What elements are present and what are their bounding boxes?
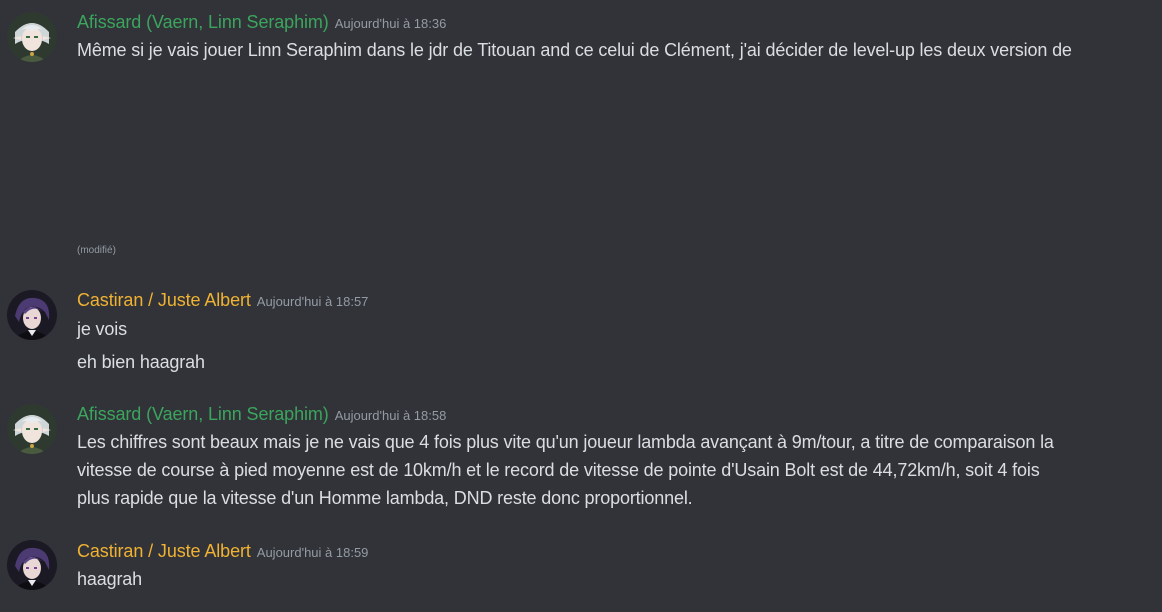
avatar-dark-character-icon [7,290,57,340]
avatar-dark-character-icon [7,540,57,590]
message-text: vitesse de course à pied moyenne est de … [77,460,1040,480]
avatar[interactable] [7,404,57,454]
edited-label: (modifié) [77,245,116,256]
message-header: Castiran / Juste Albert Aujourd'hui à 18:… [77,541,368,562]
timestamp[interactable]: Aujourd'hui à 18:57 [257,294,369,309]
avatar[interactable] [7,12,57,62]
chat-messages: Afissard (Vaern, Linn Seraphim) Aujourd'h… [0,0,1162,612]
username[interactable]: Castiran / Juste Albert [77,290,251,310]
message-text: haagrah [77,569,143,589]
message-header: Afissard (Vaern, Linn Seraphim) Aujourd'h… [77,12,446,33]
avatar[interactable] [7,540,57,590]
avatar-elf-icon [7,12,57,62]
message-text: Même si je vais jouer Linn Seraphim dans… [77,40,1072,60]
timestamp[interactable]: Aujourd'hui à 18:59 [257,545,369,560]
avatar[interactable] [7,290,57,340]
message-header: Afissard (Vaern, Linn Seraphim) Aujourd'h… [77,404,446,425]
message-text: plus rapide que la vitesse d'un Homme la… [77,488,693,508]
timestamp[interactable]: Aujourd'hui à 18:36 [335,16,447,31]
message-text: je vois [77,319,127,339]
timestamp[interactable]: Aujourd'hui à 18:58 [335,408,447,423]
message-text: Les chiffres sont beaux mais je ne vais … [77,432,1054,452]
username[interactable]: Castiran / Juste Albert [77,541,251,561]
message-header: Castiran / Juste Albert Aujourd'hui à 18:… [77,290,368,311]
avatar-elf-icon [7,404,57,454]
message-text: eh bien haagrah [77,352,205,372]
username[interactable]: Afissard (Vaern, Linn Seraphim) [77,12,329,32]
username[interactable]: Afissard (Vaern, Linn Seraphim) [77,404,329,424]
